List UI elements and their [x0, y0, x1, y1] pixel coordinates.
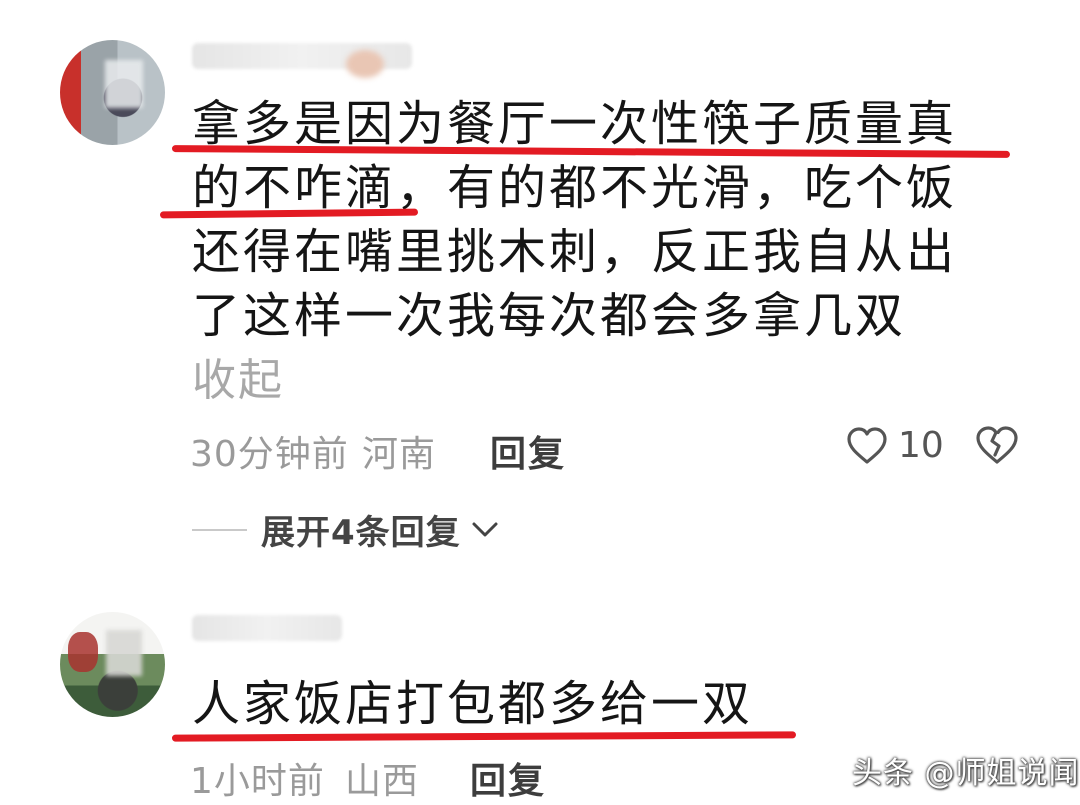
- comment-text: 拿多是因为餐厅一次性筷子质量真 的不咋滴，有的都不光滑，吃个饭 还得在嘴里挑木刺…: [192, 92, 992, 348]
- comment-time: 30分钟前: [190, 434, 349, 475]
- heart-outline-icon: [847, 426, 887, 464]
- comment-time: 1小时前: [190, 761, 325, 802]
- comment-text: 人家饭店打包都多给一双: [192, 676, 754, 732]
- broken-heart-icon: [976, 426, 1018, 464]
- comment-line: 了这样一次我每次都会多拿几双: [192, 288, 907, 344]
- avatar[interactable]: [60, 612, 165, 717]
- comment-line: 还得在嘴里挑木刺，反正我自从出: [192, 224, 958, 280]
- dislike-button[interactable]: [975, 425, 1019, 469]
- avatar[interactable]: [60, 40, 165, 145]
- chevron-down-icon: [472, 522, 498, 536]
- comment-location: 河南: [362, 434, 437, 475]
- reply-button[interactable]: 回复: [490, 425, 566, 477]
- comment-location: 山西: [345, 761, 420, 802]
- divider: [192, 528, 247, 531]
- collapse-button[interactable]: 收起: [192, 344, 284, 408]
- expand-replies-button[interactable]: 展开4条回复: [192, 505, 499, 554]
- like-count: 10: [898, 425, 944, 466]
- emoji-blurred: [346, 50, 384, 78]
- reply-button[interactable]: 回复: [470, 752, 546, 804]
- like-button[interactable]: 10: [846, 425, 944, 466]
- username-blurred[interactable]: [192, 615, 342, 641]
- watermark: 头条 @师姐说闻: [852, 756, 1080, 791]
- expand-replies-label: 展开4条回复: [261, 513, 461, 553]
